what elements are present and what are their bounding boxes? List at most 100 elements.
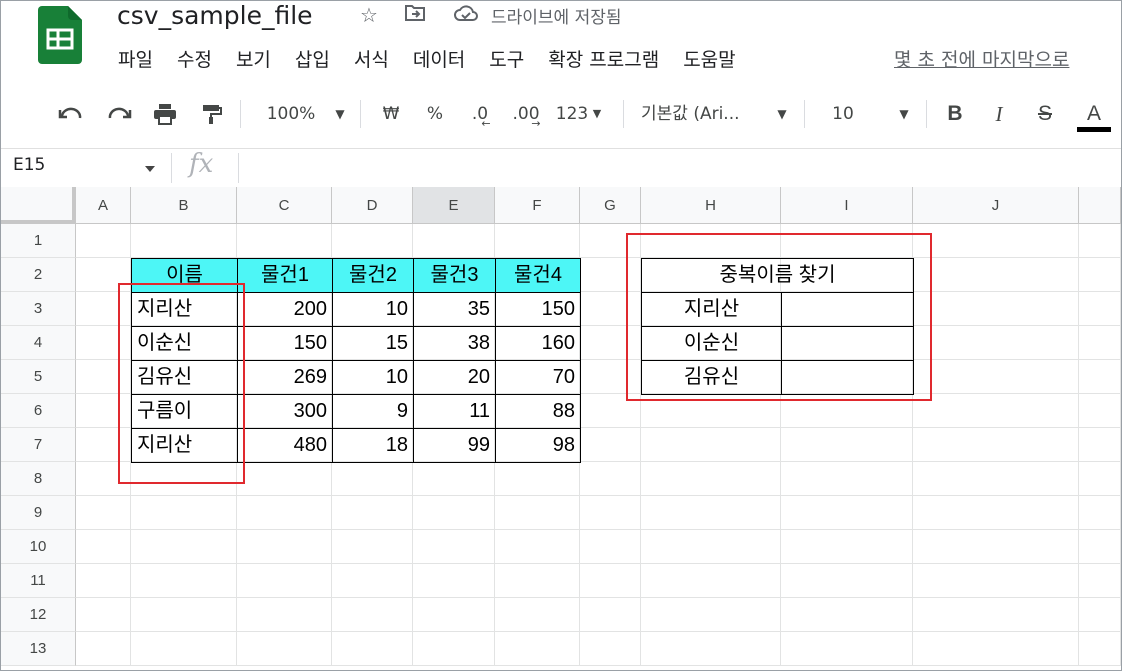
grid-cell[interactable] [781,564,913,598]
row-header-4[interactable]: 4 [1,326,76,360]
table-value-cell[interactable]: 10 [332,292,414,327]
grid-cell[interactable] [413,598,495,632]
grid-cell[interactable] [913,292,1079,326]
table-value-cell[interactable]: 88 [495,394,581,429]
menu-view[interactable]: 보기 [236,45,271,73]
grid-cell[interactable] [781,462,913,496]
grid-cell[interactable] [913,496,1079,530]
grid-cell[interactable] [1079,462,1121,496]
zoom-caret-icon[interactable]: ▼ [331,91,349,137]
grid-cell[interactable] [913,598,1079,632]
grid-cell[interactable] [495,496,580,530]
grid-cell[interactable] [237,598,332,632]
table-value-cell[interactable]: 150 [495,292,581,327]
table-value-cell[interactable]: 70 [495,360,581,395]
grid-cell[interactable] [131,564,237,598]
grid-cell[interactable] [580,530,641,564]
table-value-cell[interactable]: 9 [332,394,414,429]
row-header-6[interactable]: 6 [1,394,76,428]
column-header-a[interactable]: A [76,187,131,224]
italic-button[interactable]: I [985,91,1013,137]
table-header-cell[interactable]: 물건2 [332,258,414,293]
grid-cell[interactable] [413,632,495,666]
grid-cell[interactable] [76,530,131,564]
row-header-5[interactable]: 5 [1,360,76,394]
number-format-caret-icon[interactable]: ▼ [589,91,605,137]
grid-cell[interactable] [76,564,131,598]
undo-icon[interactable] [55,91,87,137]
grid-cell[interactable] [913,394,1079,428]
grid-cell[interactable] [413,496,495,530]
column-header-d[interactable]: D [332,187,413,224]
row-header-3[interactable]: 3 [1,292,76,326]
select-all-corner[interactable] [1,187,76,224]
grid-cell[interactable] [237,496,332,530]
grid-cell[interactable] [1079,360,1121,394]
grid-cell[interactable] [781,530,913,564]
grid-cell[interactable] [76,632,131,666]
grid-cell[interactable] [580,462,641,496]
table-value-cell[interactable]: 11 [413,394,496,429]
formula-input[interactable] [246,149,1116,186]
grid-cell[interactable] [580,496,641,530]
grid-cell[interactable] [580,598,641,632]
column-header-extra[interactable] [1079,187,1121,224]
grid-cell[interactable] [913,530,1079,564]
grid-cell[interactable] [1079,292,1121,326]
table-value-cell[interactable]: 480 [237,428,333,463]
grid-cell[interactable] [913,428,1079,462]
row-header-13[interactable]: 13 [1,632,76,666]
table-value-cell[interactable]: 38 [413,326,496,361]
table-value-cell[interactable]: 150 [237,326,333,361]
grid-cell[interactable] [1079,564,1121,598]
bold-button[interactable]: B [941,91,969,137]
grid-cell[interactable] [76,224,131,258]
table-header-cell[interactable]: 물건3 [413,258,496,293]
table-header-cell[interactable]: 물건4 [495,258,581,293]
table-value-cell[interactable]: 269 [237,360,333,395]
strikethrough-button[interactable]: S [1031,91,1059,137]
menu-file[interactable]: 파일 [118,45,153,73]
grid-cell[interactable] [913,326,1079,360]
table-value-cell[interactable]: 35 [413,292,496,327]
grid-cell[interactable] [237,632,332,666]
grid-cell[interactable] [495,224,580,258]
column-header-c[interactable]: C [237,187,332,224]
grid-cell[interactable] [781,632,913,666]
grid-cell[interactable] [913,462,1079,496]
column-header-f[interactable]: F [495,187,580,224]
menu-data[interactable]: 데이터 [413,45,465,73]
font-size-select[interactable]: 10 [825,91,861,137]
cloud-saved-icon[interactable] [453,3,478,27]
number-format-select[interactable]: 123 [553,91,591,137]
grid-cell[interactable] [1079,258,1121,292]
paint-format-icon[interactable] [196,91,228,137]
grid-cell[interactable] [495,530,580,564]
grid-cell[interactable] [781,598,913,632]
grid-cell[interactable] [641,462,781,496]
grid-cell[interactable] [913,224,1079,258]
grid-cell[interactable] [580,564,641,598]
grid-cell[interactable] [1079,428,1121,462]
menu-insert[interactable]: 삽입 [295,45,330,73]
grid-cell[interactable] [413,224,495,258]
grid-cell[interactable] [237,564,332,598]
row-header-10[interactable]: 10 [1,530,76,564]
grid-cell[interactable] [332,224,413,258]
row-header-1[interactable]: 1 [1,224,76,258]
table-value-cell[interactable]: 10 [332,360,414,395]
zoom-select[interactable]: 100% [261,91,321,137]
grid-cell[interactable] [580,428,641,462]
grid-cell[interactable] [781,428,913,462]
menu-format[interactable]: 서식 [354,45,389,73]
grid-cell[interactable] [332,530,413,564]
grid-cell[interactable] [495,462,580,496]
row-header-12[interactable]: 12 [1,598,76,632]
grid-cell[interactable] [913,360,1079,394]
font-family-caret-icon[interactable]: ▼ [773,91,791,137]
column-header-b[interactable]: B [131,187,237,224]
grid-cell[interactable] [131,530,237,564]
column-header-g[interactable]: G [580,187,641,224]
table-value-cell[interactable]: 20 [413,360,496,395]
grid-cell[interactable] [641,564,781,598]
